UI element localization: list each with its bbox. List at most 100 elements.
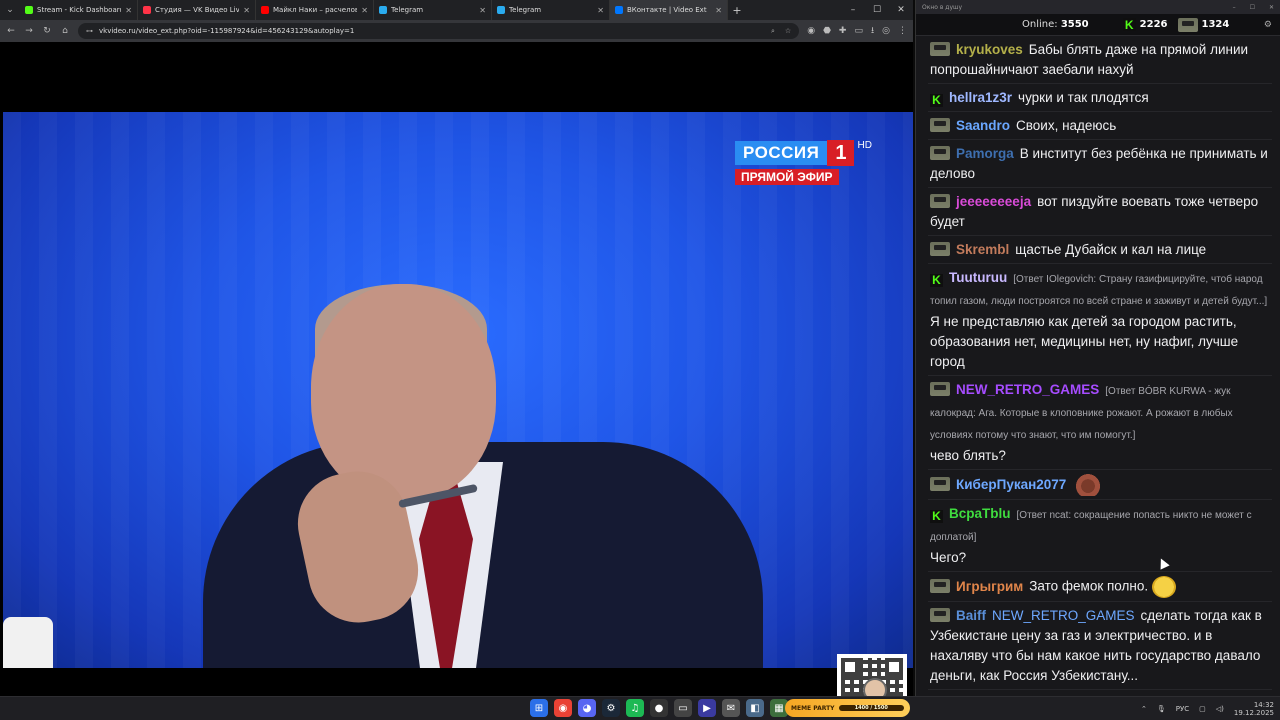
twitch-count: 1324 [1201,19,1230,30]
chat-message[interactable]: Игрыгрим Зато фемок полно. [928,572,1272,602]
chat-message[interactable]: Saandro Своих, надеюсь [928,112,1272,140]
close-window-icon[interactable]: ✕ [889,5,913,15]
tab-favicon-icon [615,6,623,14]
chat-username[interactable]: jeeeeeeeeja [956,194,1031,209]
chat-username[interactable]: kryukoves [956,42,1023,57]
chat-message-text: Я не представляю как детей за городом ра… [930,314,1239,369]
volume-icon[interactable]: ◁) [1216,705,1224,713]
tab-search-icon[interactable]: ⌄ [0,0,20,20]
chat-panel: Окно в душу – ☐ ✕ Online: 3550 K 2226 13… [915,0,1280,696]
chat-message[interactable]: K Tuuturuu [Ответ IOlegovich: Страну газиф… [928,264,1272,376]
minimize-icon[interactable]: – [841,5,865,15]
chat-username[interactable]: КиберПукан2077 [956,477,1066,492]
chat-message[interactable]: jeeeeeeeeja вот пиздуйте воевать тоже чет… [928,188,1272,236]
chat-username[interactable]: Skrembl [956,242,1009,257]
online-count: 3550 [1060,19,1089,30]
browser-tab[interactable]: Telegram ✕ [492,0,610,20]
zoom-icon[interactable]: ⌕ [771,27,775,36]
split-view-icon[interactable]: ▭ [854,26,863,36]
tabs-container: Stream - Kick Dashboard ✕ Студия — VK Виде… [20,0,728,20]
extensions-puzzle-icon[interactable]: ✚ [839,26,847,36]
chat-message[interactable]: Baiff NEW_RETRO_GAMES сделать тогда как в … [928,602,1272,690]
close-window-icon[interactable]: ✕ [1269,4,1274,11]
smile-emote-icon [1152,576,1177,598]
microphone-icon[interactable]: 🎙 [1157,705,1166,713]
tab-close-icon[interactable]: ✕ [597,6,604,15]
video-player[interactable]: РОССИЯ 1 HD ПРЯМОЙ ЭФИР [3,112,913,668]
maximize-icon[interactable]: ☐ [1250,4,1255,11]
app-icon[interactable]: ▭ [674,699,692,717]
address-bar: ← → ↻ ⌂ ⊶ vkvideo.ru/video_ext.php?oid=-… [0,20,913,42]
browser-tab[interactable]: Майкл Наки – расчеловечива...✕ [256,0,374,20]
maximize-icon[interactable]: ☐ [865,5,889,15]
tab-close-icon[interactable]: ✕ [243,6,250,15]
user-badge-icon [930,476,950,491]
chat-username[interactable]: hellra1z3r [949,90,1012,105]
media-icon[interactable]: ▶ [698,699,716,717]
clock[interactable]: 14:32 19.12.2025 [1234,701,1274,717]
extension-icon[interactable]: ⬣ [823,26,831,36]
chat-username[interactable]: Игрыгрим [956,579,1023,594]
obs-icon[interactable]: ● [650,699,668,717]
time: 14:32 [1253,701,1274,709]
extension-icon[interactable]: ◉ [807,26,815,36]
browser-tab[interactable]: ВКонтакте | Video Ext ✕ [610,0,728,20]
kick-count: 2226 [1139,19,1168,30]
chat-username[interactable]: NEW_RETRO_GAMES [956,382,1099,397]
network-icon[interactable]: ▢ [1199,705,1206,713]
url-field[interactable]: ⊶ vkvideo.ru/video_ext.php?oid=-11598792… [78,23,800,39]
tab-favicon-icon [261,6,269,14]
discord-icon[interactable]: ◕ [578,699,596,717]
chat-username[interactable]: Pamorga [956,146,1014,161]
start-icon[interactable]: ⊞ [530,699,548,717]
meme-party-widget[interactable]: MEME PARTY 1400 / 1500 [785,699,910,717]
profile-icon[interactable]: ◎ [882,26,890,36]
forward-icon[interactable]: → [24,26,34,36]
chrome-icon[interactable]: ◉ [554,699,572,717]
settings-icon[interactable]: ⚙ [1264,20,1272,30]
chat-message[interactable]: Khellra1z3r чурки и так плодятся [928,84,1272,112]
minimize-icon[interactable]: – [1233,4,1236,11]
channel-logo: РОССИЯ 1 HD ПРЯМОЙ ЭФИР [735,140,872,185]
tab-close-icon[interactable]: ✕ [125,6,132,15]
chat-username[interactable]: Tuuturuu [949,270,1007,285]
bookmark-star-icon[interactable]: ☆ [785,27,791,36]
video-viewport[interactable]: РОССИЯ 1 HD ПРЯМОЙ ЭФИР [0,42,913,720]
chat-message[interactable]: kryukoves Бабы блять даже на прямой линии… [928,36,1272,84]
chat-message[interactable]: Skrembl щастье Дубайск и кал на лице [928,236,1272,264]
active-app-icon[interactable]: ◧ [746,699,764,717]
chat-username[interactable]: Baiff [956,608,986,623]
back-icon[interactable]: ← [6,26,16,36]
browser-tab[interactable]: Stream - Kick Dashboard ✕ [20,0,138,20]
hd-label: HD [857,140,872,151]
kick-icon: K [1122,18,1136,32]
user-badge-icon [930,194,950,208]
spotify-icon[interactable]: ♫ [626,699,644,717]
browser-menu-icon[interactable]: ⋮ [898,26,907,36]
tab-title: Telegram [509,6,542,14]
new-tab-button[interactable]: + [728,4,746,17]
home-icon[interactable]: ⌂ [60,26,70,36]
browser-tab[interactable]: Telegram ✕ [374,0,492,20]
chat-message[interactable]: K BcpaTblu [Ответ ncat: сокращение попасть… [928,500,1272,572]
browser-tab[interactable]: Студия — VK Видео Live ✕ [138,0,256,20]
chat-username[interactable]: BcpaTblu [949,506,1011,521]
chat-message[interactable]: Pamorga В институт без ребёнка не принима… [928,140,1272,188]
online-counter: Online: 3550 [1022,19,1089,30]
app-icon[interactable]: ✉ [722,699,740,717]
kick-badge-icon: K [930,93,943,107]
tab-close-icon[interactable]: ✕ [715,6,722,15]
chat-message[interactable]: NEW_RETRO_GAMES [Ответ BÓBR KURWA - жук к… [928,376,1272,470]
language-indicator[interactable]: РУС [1176,705,1189,713]
tray-chevron-icon[interactable]: ⌃ [1141,705,1147,713]
steam-icon[interactable]: ⚙ [602,699,620,717]
site-info-icon[interactable]: ⊶ [86,27,93,35]
tab-close-icon[interactable]: ✕ [361,6,368,15]
tab-favicon-icon [25,6,33,14]
tab-close-icon[interactable]: ✕ [479,6,486,15]
download-icon[interactable]: ⭳ [871,23,874,39]
chat-username[interactable]: Saandro [956,118,1010,133]
chat-mention[interactable]: NEW_RETRO_GAMES [992,608,1135,623]
chat-message[interactable]: КиберПукан2077 [928,470,1272,500]
reload-icon[interactable]: ↻ [42,26,52,36]
